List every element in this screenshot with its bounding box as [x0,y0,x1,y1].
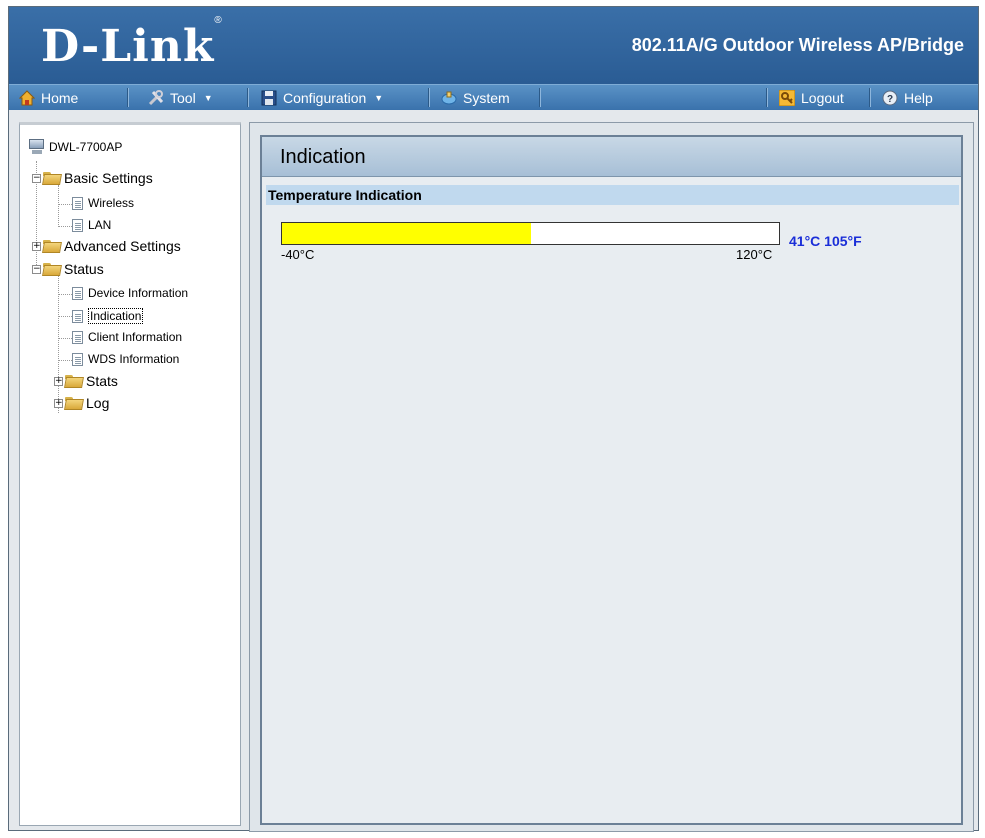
app-frame: D-Link® 802.11A/G Outdoor Wireless AP/Br… [8,6,979,832]
temperature-max-label: 120°C [736,247,773,262]
menu-logout-label: Logout [801,89,844,106]
folder-open-icon [43,262,61,276]
navigation-tree-panel: DWL-7700AP − Basic Settings Wireless LAN… [19,122,241,826]
page-icon [72,352,83,366]
temperature-bar [281,222,780,245]
chevron-down-icon: ▼ [374,92,384,103]
tree-item-label: Stats [86,373,118,389]
tree-item-advanced-settings[interactable]: + Advanced Settings [32,238,181,254]
product-title: 802.11A/G Outdoor Wireless AP/Bridge [631,35,964,55]
tree-item-label: Client Information [88,330,183,344]
collapse-icon[interactable]: − [32,264,41,274]
expand-icon[interactable]: + [54,398,63,408]
folder-open-icon [43,171,61,185]
tree-root-label: DWL-7700AP [49,140,123,154]
system-icon [441,90,457,106]
tree-item-label: Wireless [88,196,135,210]
tree-item-wireless[interactable]: Wireless [72,196,134,210]
section-header-temperature: Temperature Indication [266,185,959,205]
home-icon [18,89,36,106]
page-icon [72,286,83,300]
expand-icon[interactable]: + [54,376,63,386]
menu-help-label: Help [904,89,933,106]
content-area: Indication Temperature Indication -40°C … [249,122,974,832]
indication-panel: Indication Temperature Indication -40°C … [260,135,963,825]
page-title: Indication [262,137,961,177]
chevron-down-icon: ▼ [203,92,213,103]
svg-text:?: ? [887,94,893,105]
tree-item-label: WDS Information [88,352,180,366]
tree-item-status[interactable]: − Status [32,261,104,277]
logout-key-icon [778,89,796,106]
dlink-logo: D-Link® [41,15,223,72]
temperature-bar-fill [282,223,531,244]
menu-tool[interactable]: Tool ▼ [148,85,213,110]
current-temperature: 41°C 105°F [789,233,862,249]
menu-bar: Home Tool ▼ Configuration ▼ System Logou… [9,84,978,110]
tree-item-label: Basic Settings [64,170,153,186]
folder-icon [65,396,83,410]
menu-configuration[interactable]: Configuration ▼ [261,85,383,110]
tree-item-label: Advanced Settings [64,238,181,254]
navigation-tree: DWL-7700AP − Basic Settings Wireless LAN… [20,125,240,825]
tree-item-basic-settings[interactable]: − Basic Settings [32,170,153,186]
tree-item-label-selected: Indication [88,308,144,324]
collapse-icon[interactable]: − [32,173,41,183]
folder-icon [65,374,83,388]
page-icon [72,330,83,344]
tree-item-stats[interactable]: + Stats [54,373,118,389]
header-banner: D-Link® 802.11A/G Outdoor Wireless AP/Br… [9,7,978,84]
tree-item-label: LAN [88,218,112,232]
menu-system[interactable]: System [441,85,510,110]
tree-item-indication[interactable]: Indication [72,308,144,324]
tree-item-log[interactable]: + Log [54,395,109,411]
tree-item-label: Log [86,395,110,411]
page-icon [72,218,83,232]
tree-item-client-information[interactable]: Client Information [72,330,182,344]
menu-home[interactable]: Home [18,85,79,110]
tree-item-lan[interactable]: LAN [72,218,111,232]
expand-icon[interactable]: + [32,241,41,251]
page-icon [72,309,83,323]
computer-icon [28,139,46,155]
tree-root[interactable]: DWL-7700AP [28,139,122,155]
menu-logout[interactable]: Logout [778,85,844,110]
folder-icon [43,239,61,253]
menu-tool-label: Tool [170,89,196,106]
temperature-min-label: -40°C [281,247,315,262]
menu-help[interactable]: ? Help [882,85,933,110]
help-icon: ? [882,90,898,106]
menu-home-label: Home [41,89,79,106]
menu-configuration-label: Configuration [283,89,367,106]
tree-item-label: Device Information [88,286,189,300]
tool-icon [148,89,164,106]
tree-item-label: Status [64,261,104,277]
tree-item-device-information[interactable]: Device Information [72,286,188,300]
tree-item-wds-information[interactable]: WDS Information [72,352,179,366]
save-disk-icon [261,90,277,106]
menu-system-label: System [463,89,510,106]
page-icon [72,196,83,210]
